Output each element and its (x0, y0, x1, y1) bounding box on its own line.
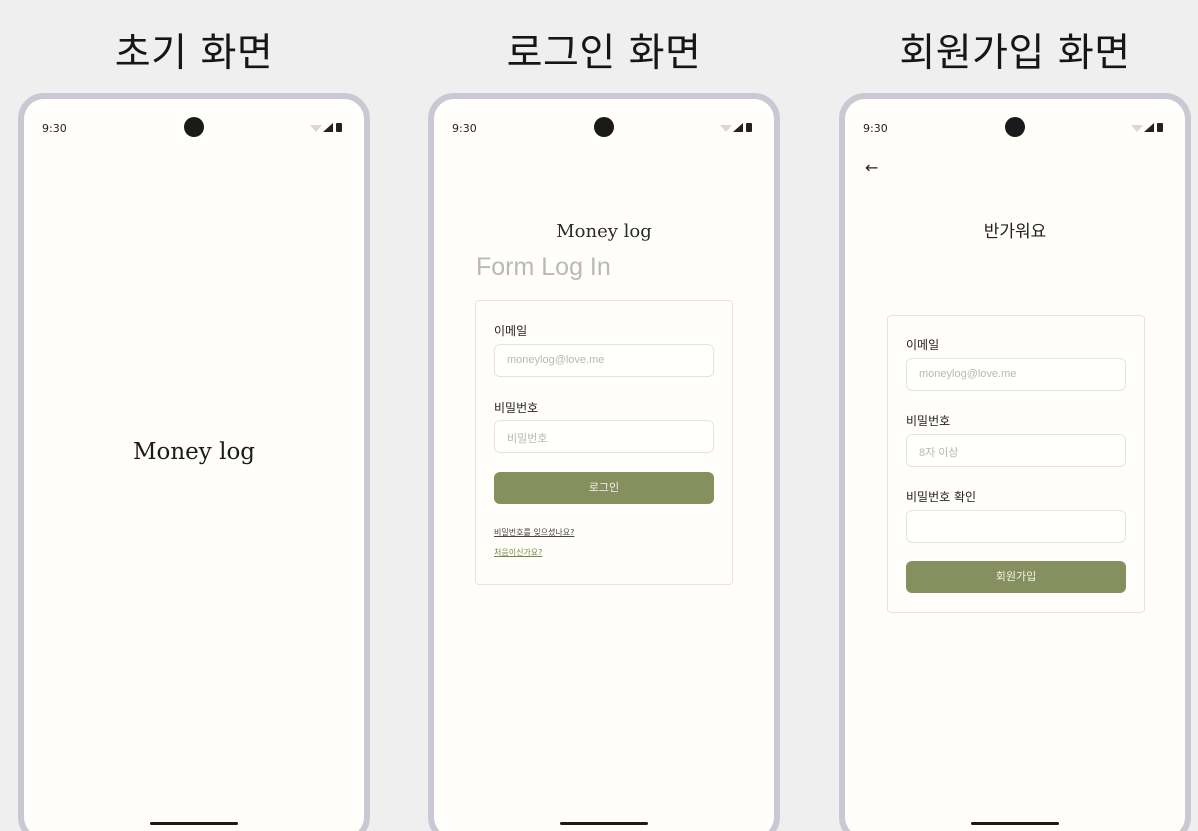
status-icons (1131, 123, 1167, 133)
password-label: 비밀번호 (906, 414, 951, 428)
back-arrow-icon[interactable]: ← (865, 158, 878, 177)
login-card: 이메일 moneylog@love.me 비밀번호 비밀번호 로그인 비밀번호를… (475, 300, 733, 585)
camera-cutout (184, 117, 204, 137)
status-time: 9:30 (863, 122, 888, 135)
battery-icon (1157, 123, 1163, 132)
status-time: 9:30 (42, 122, 67, 135)
home-indicator[interactable] (971, 822, 1059, 825)
home-indicator[interactable] (150, 822, 238, 825)
forgot-password-link[interactable]: 비밀번호를 잊으셨나요? (494, 527, 574, 538)
login-app-name: Money log (556, 221, 652, 242)
password-confirm-field[interactable] (906, 510, 1126, 543)
signup-button[interactable]: 회원가입 (906, 561, 1126, 593)
email-field[interactable]: moneylog@love.me (494, 344, 714, 377)
signup-card: 이메일 moneylog@love.me 비밀번호 8자 이상 비밀번호 확인 … (887, 315, 1145, 613)
battery-icon (336, 123, 342, 132)
signal-icon (1144, 123, 1154, 132)
phone-frame: 9:30 ← 반가워요 이메일 moneylog@love.me 비밀번호 8자… (839, 93, 1191, 831)
status-time: 9:30 (452, 122, 477, 135)
signup-screen-heading: 회원가입 화면 (899, 31, 1131, 76)
signup-greeting: 반가워요 (983, 222, 1047, 242)
status-icons (720, 123, 756, 133)
initial-screen-heading: 초기 화면 (114, 31, 274, 76)
wifi-icon (1131, 125, 1143, 132)
password-confirm-label: 비밀번호 확인 (906, 490, 977, 504)
email-field[interactable]: moneylog@love.me (906, 358, 1126, 391)
wifi-icon (720, 125, 732, 132)
camera-cutout (1005, 117, 1025, 137)
login-button[interactable]: 로그인 (494, 472, 714, 504)
password-field[interactable]: 8자 이상 (906, 434, 1126, 467)
email-label: 이메일 (494, 324, 528, 338)
camera-cutout (594, 117, 614, 137)
password-label: 비밀번호 (494, 401, 539, 415)
form-watermark: Form Log In (476, 253, 611, 281)
login-screen-heading: 로그인 화면 (506, 31, 702, 76)
signal-icon (323, 123, 333, 132)
first-time-link[interactable]: 처음이신가요? (494, 547, 542, 558)
splash-app-name: Money log (132, 439, 256, 465)
battery-icon (746, 123, 752, 132)
password-field[interactable]: 비밀번호 (494, 420, 714, 453)
phone-frame: 9:30 Money log Form Log In 이메일 moneylog@… (428, 93, 780, 831)
home-indicator[interactable] (560, 822, 648, 825)
status-icons (310, 123, 346, 133)
phone-frame: 9:30 Money log (18, 93, 370, 831)
email-label: 이메일 (906, 338, 940, 352)
signal-icon (733, 123, 743, 132)
wifi-icon (310, 125, 322, 132)
